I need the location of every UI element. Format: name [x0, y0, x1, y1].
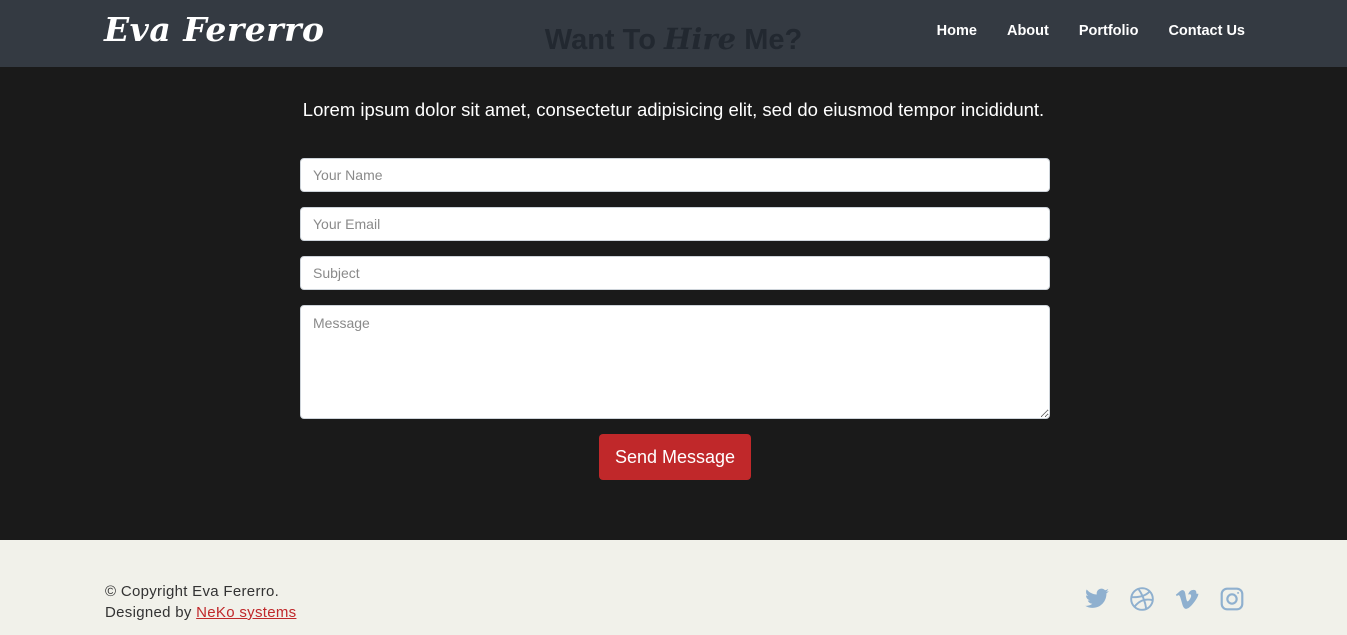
- section-heading-suffix: Me?: [736, 24, 803, 56]
- section-heading-accent: Hire: [663, 22, 737, 56]
- nav-home[interactable]: Home: [937, 23, 977, 39]
- footer: © Copyright Eva Fererro. Designed by NeK…: [0, 540, 1347, 635]
- vimeo-icon[interactable]: [1174, 586, 1200, 612]
- copyright-text: © Copyright Eva Fererro.: [105, 583, 280, 600]
- message-field[interactable]: [300, 305, 1050, 419]
- section-heading-prefix: Want To: [544, 24, 664, 56]
- contact-lead-text: Lorem ipsum dolor sit amet, consectetur …: [302, 99, 1045, 120]
- main-nav: Home About Portfolio Contact Us: [907, 23, 1245, 39]
- dribbble-icon[interactable]: [1129, 586, 1155, 612]
- email-field[interactable]: [300, 207, 1050, 241]
- name-field[interactable]: [300, 158, 1050, 192]
- nav-contact-us[interactable]: Contact Us: [1168, 23, 1245, 39]
- social-links: [1065, 586, 1245, 612]
- copyright-block: © Copyright Eva Fererro. Designed by NeK…: [105, 581, 296, 623]
- designed-by-label: Designed by: [105, 604, 197, 621]
- instagram-icon[interactable]: [1219, 586, 1245, 612]
- twitter-icon[interactable]: [1084, 586, 1110, 612]
- designer-link[interactable]: NeKo systems: [196, 604, 296, 621]
- subject-field[interactable]: [300, 256, 1050, 290]
- send-message-button[interactable]: Send Message: [599, 434, 751, 480]
- nav-portfolio[interactable]: Portfolio: [1079, 23, 1139, 39]
- designed-by-line: Designed by NeKo systems: [105, 602, 296, 623]
- navbar: Eva Fererro Want To Hire Me? Home About …: [0, 0, 1347, 67]
- nav-about[interactable]: About: [1007, 23, 1049, 39]
